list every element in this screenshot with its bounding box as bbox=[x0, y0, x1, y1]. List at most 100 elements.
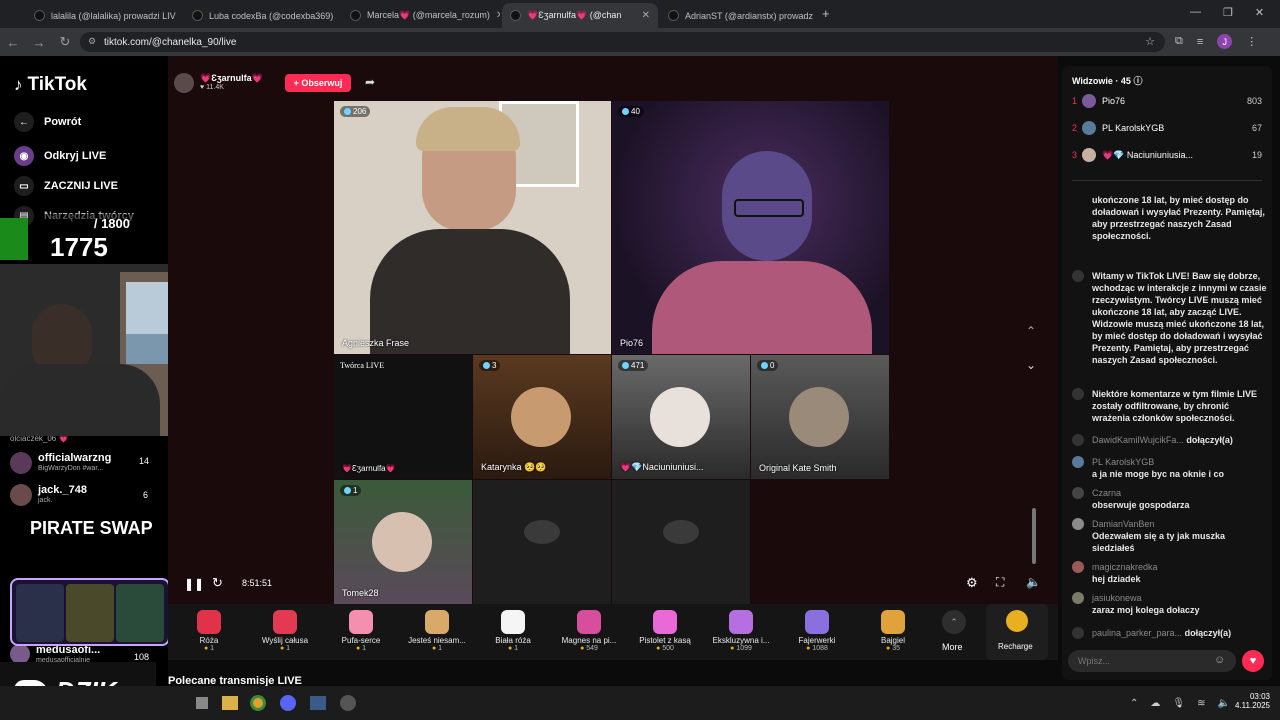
gift-item[interactable]: Bajgiel ● 35 bbox=[858, 610, 928, 652]
volume-slider[interactable] bbox=[1032, 508, 1036, 564]
browser-tab[interactable]: Marcela💗 (@marcela_rozum) ✕ bbox=[342, 3, 500, 28]
guest-name: Katarynka 🥺🥺 bbox=[481, 462, 547, 472]
speaker-icon[interactable]: 🔈 bbox=[1217, 698, 1229, 709]
viewers-header[interactable]: Widzowie · 45 ⓘ bbox=[1072, 74, 1142, 87]
volume-icon[interactable]: 🔈 bbox=[1026, 575, 1041, 589]
browser-tab[interactable]: AdrianST (@ardianstx) prowadz✕ bbox=[660, 3, 816, 28]
host-name[interactable]: 💗Ɛʒarnulfa💗 bbox=[200, 73, 263, 84]
wifi-icon[interactable]: ≋ bbox=[1197, 698, 1205, 709]
guest-video-cell[interactable]: 3 Katarynka 🥺🥺 bbox=[473, 355, 611, 479]
gift-item[interactable]: Róża ● 1 bbox=[174, 610, 244, 652]
emoji-icon[interactable]: ☺ bbox=[1214, 654, 1225, 666]
browser-tab[interactable]: Luba codexBa (@codexba369)✕ bbox=[184, 3, 336, 28]
chat-username[interactable]: magicznakredka bbox=[1092, 562, 1158, 572]
refresh-icon[interactable]: ↻ bbox=[212, 575, 223, 591]
pause-icon[interactable]: ❚❚ bbox=[184, 577, 204, 591]
chat-username[interactable]: jasiukonewa bbox=[1092, 593, 1142, 603]
chat-username[interactable]: PL KarolskYGB bbox=[1092, 457, 1154, 467]
address-bar[interactable]: ⚙ tiktok.com/@chanelka_90/live ☆ bbox=[80, 32, 1165, 52]
top-viewer-row[interactable]: 1 Pio76 803 bbox=[1072, 94, 1262, 108]
guest-video-cell[interactable]: 206 Agnieszka Frase bbox=[334, 101, 611, 354]
top-viewer-row[interactable]: 2 PL KarolskYGB 67 bbox=[1072, 121, 1262, 135]
clock[interactable]: 03:03 4.11.2025 bbox=[1234, 692, 1270, 710]
gift-item[interactable]: Biała róża ● 1 bbox=[478, 610, 548, 652]
browser-tab-active[interactable]: 💗Ɛʒarnulfa💗 (@chan ✕ bbox=[502, 3, 658, 28]
chrome-icon[interactable] bbox=[250, 695, 266, 711]
obs-icon[interactable] bbox=[340, 695, 356, 711]
guest-video-cell[interactable]: 0 Original Kate Smith bbox=[751, 355, 889, 479]
minimize-icon[interactable]: — bbox=[1190, 6, 1201, 19]
chat-username[interactable]: DawidKamilWujcikFa... bbox=[1092, 435, 1184, 445]
discover-live-link[interactable]: ◉ Odkryj LIVE bbox=[14, 146, 106, 166]
task-view-icon[interactable] bbox=[196, 697, 208, 709]
chat-input[interactable] bbox=[1068, 650, 1236, 672]
viewer-score: 803 bbox=[1246, 96, 1262, 106]
guest-video-cell[interactable]: 1 Tomek28 bbox=[334, 480, 472, 604]
tab-title: AdrianST (@ardianstx) prowadz bbox=[685, 10, 814, 21]
gift-item[interactable]: Pistolet z kasą ● 500 bbox=[630, 610, 700, 652]
follow-button[interactable]: + Obserwuj bbox=[285, 74, 351, 92]
gift-item[interactable]: Ekskluzywna i... ● 1099 bbox=[706, 610, 776, 652]
avatar[interactable] bbox=[1072, 518, 1084, 530]
top-viewer-row[interactable]: 3 💗💎 Naciuniuniusia... 19 bbox=[1072, 148, 1262, 162]
avatar[interactable] bbox=[1072, 561, 1084, 573]
close-tab-icon[interactable]: ✕ bbox=[642, 10, 650, 21]
close-tab-icon[interactable]: ✕ bbox=[496, 10, 500, 21]
chat-username[interactable]: paulina_parker_para... bbox=[1092, 628, 1182, 638]
more-gifts-button[interactable]: More bbox=[942, 642, 963, 652]
back-link[interactable]: ← Powrót bbox=[14, 112, 81, 132]
forward-icon[interactable]: → bbox=[26, 35, 52, 50]
gift-item[interactable]: Wyślij całusa ● 1 bbox=[250, 610, 320, 652]
cloud-icon[interactable]: ☁ bbox=[1150, 698, 1160, 709]
microphone-icon[interactable]: 🎙 bbox=[1172, 698, 1185, 709]
guest-video-cell[interactable]: 471 💗💎Naciuniuniusi... bbox=[612, 355, 750, 479]
gift-item[interactable]: Magnes na pi... ● 549 bbox=[554, 610, 624, 652]
media-icon[interactable]: ≡ bbox=[1197, 36, 1203, 48]
maximize-icon[interactable]: ❐ bbox=[1223, 6, 1233, 19]
host-video-cell[interactable]: Twórca LIVE 💗Ɛʒarnulfa💗 bbox=[334, 355, 472, 479]
system-message: Witamy w TikTok LIVE! Baw się dobrze, wc… bbox=[1072, 270, 1267, 366]
empty-guest-slot[interactable] bbox=[612, 480, 750, 604]
discord-icon[interactable] bbox=[280, 695, 296, 711]
tab-title: 💗Ɛʒarnulfa💗 (@chan bbox=[527, 10, 622, 20]
avatar[interactable] bbox=[1072, 456, 1084, 468]
extensions-icon[interactable]: ⧉ bbox=[1175, 35, 1183, 48]
gift-icon bbox=[425, 610, 449, 634]
share-icon[interactable]: ➦ bbox=[365, 75, 375, 89]
recharge-button[interactable]: Recharge bbox=[986, 604, 1048, 660]
avatar[interactable] bbox=[1072, 487, 1084, 499]
settings-gear-icon[interactable]: ⚙ bbox=[966, 575, 978, 591]
chat-username[interactable]: DamianVanBen bbox=[1092, 519, 1154, 529]
guest-video-cell[interactable]: 40 Pio76 bbox=[612, 101, 889, 354]
like-heart-button[interactable]: ♥ bbox=[1242, 650, 1264, 672]
host-avatar[interactable] bbox=[174, 73, 194, 93]
chat-username[interactable]: Czarna bbox=[1092, 488, 1121, 498]
empty-guest-slot[interactable] bbox=[473, 480, 611, 604]
tiktok-logo[interactable]: ♪ TikTok bbox=[14, 74, 87, 96]
app-icon[interactable] bbox=[310, 696, 326, 710]
gift-item[interactable]: Jesteś niesam... ● 1 bbox=[402, 610, 472, 652]
gift-price: ● 1 bbox=[402, 645, 472, 652]
reload-icon[interactable]: ↻ bbox=[52, 34, 78, 50]
menu-icon[interactable]: ⋮ bbox=[1246, 35, 1257, 48]
profile-avatar[interactable]: J bbox=[1217, 34, 1233, 49]
new-tab-icon[interactable]: + bbox=[822, 6, 830, 21]
site-info-icon[interactable]: ⚙ bbox=[88, 36, 96, 47]
file-explorer-icon[interactable] bbox=[222, 696, 238, 710]
back-icon[interactable]: ← bbox=[0, 35, 26, 50]
gift-item[interactable]: Fajerwerki ● 1088 bbox=[782, 610, 852, 652]
browser-tab[interactable]: lalalila (@lalalika) prowadzi LIV✕ bbox=[26, 3, 178, 28]
more-gifts-icon[interactable]: ⌃ bbox=[942, 610, 966, 634]
avatar[interactable] bbox=[1072, 592, 1084, 604]
chevron-down-icon[interactable]: ⌄ bbox=[1026, 358, 1036, 372]
gift-item[interactable]: Pufa-serce ● 1 bbox=[326, 610, 396, 652]
close-window-icon[interactable]: ✕ bbox=[1255, 6, 1264, 19]
start-live-link[interactable]: ▭ ZACZNIJ LIVE bbox=[14, 176, 118, 196]
gift-price: ● 35 bbox=[858, 645, 928, 652]
fullscreen-icon[interactable]: ⛶ bbox=[996, 575, 1004, 590]
join-label: dołączył(a) bbox=[1186, 435, 1233, 445]
chevron-up-icon[interactable]: ⌃ bbox=[1026, 324, 1036, 338]
tray-chevron-icon[interactable]: ⌃ bbox=[1130, 698, 1138, 709]
bookmark-star-icon[interactable]: ☆ bbox=[1145, 35, 1155, 48]
windows-taskbar: ⌃ ☁ 🎙 ≋ 🔈 03:03 4.11.2025 bbox=[0, 686, 1280, 720]
